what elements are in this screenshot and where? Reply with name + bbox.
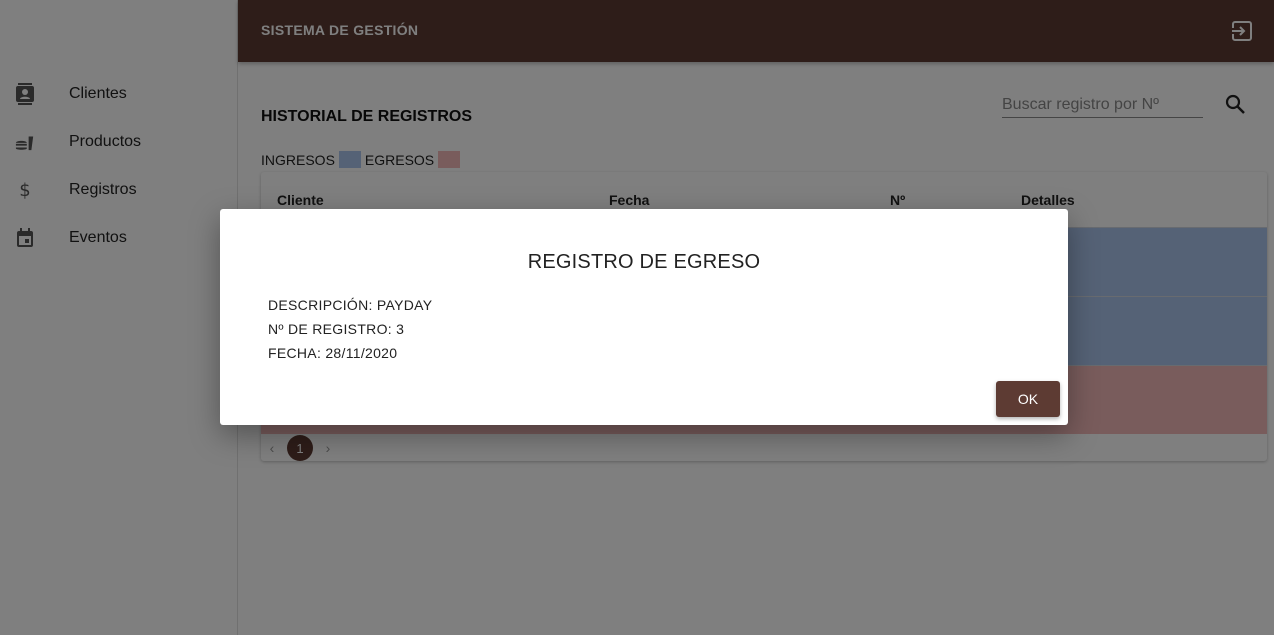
- dialog-fecha: FECHA: 28/11/2020: [268, 345, 398, 361]
- egreso-dialog: REGISTRO DE EGRESO DESCRIPCIÓN: PAYDAY N…: [220, 209, 1068, 425]
- ok-button[interactable]: OK: [996, 381, 1060, 417]
- dialog-numero: Nº DE REGISTRO: 3: [268, 321, 405, 337]
- dialog-title: REGISTRO DE EGRESO: [527, 251, 761, 273]
- dialog-descripcion: DESCRIPCIÓN: PAYDAY: [268, 297, 433, 313]
